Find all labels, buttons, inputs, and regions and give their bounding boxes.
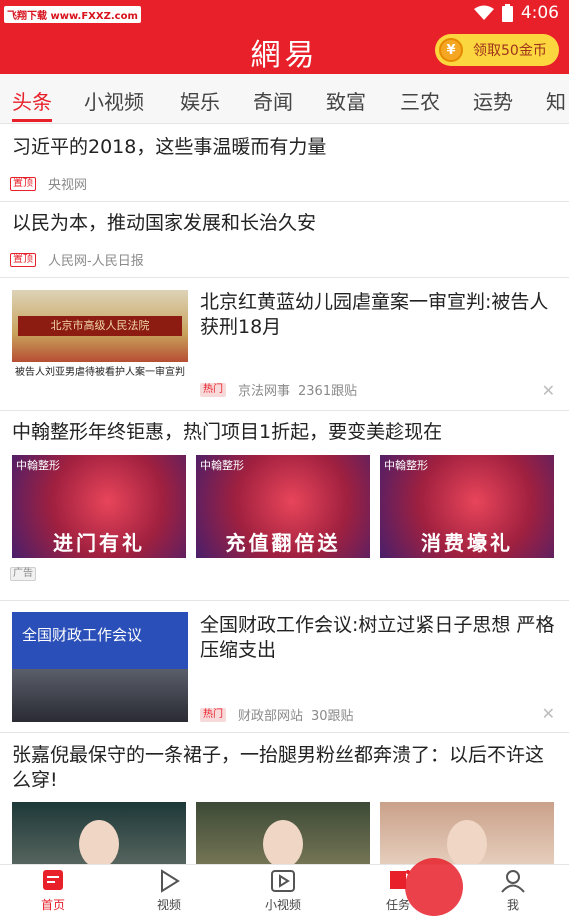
nav-short-video-label: 小视频 (264, 898, 301, 912)
ad-brand: 中翰整形 (384, 459, 428, 472)
news-item[interactable]: 全国财政工作会议 全国财政工作会议:树立过紧日子思想 严格压缩支出 热门 财政部… (0, 601, 569, 733)
ad-title: 中翰整形年终钜惠，热门项目1折起，要变美趁现在 (12, 421, 443, 443)
tab-oddities[interactable]: 奇闻 (253, 86, 293, 115)
news-title: 以民为本，推动国家发展和长治久安 (12, 212, 317, 234)
dismiss-icon[interactable]: ✕ (542, 704, 555, 723)
news-item[interactable]: 习近平的2018，这些事温暖而有力量 置顶 央视网 (0, 125, 569, 202)
tab-headlines[interactable]: 头条 (12, 86, 52, 115)
home-icon (43, 870, 63, 890)
news-item[interactable]: 张嘉倪最保守的一条裙子，一抬腿男粉丝都奔溃了：以后不许这么穿! (0, 733, 569, 864)
ad-image-text: 消费壕礼 (421, 531, 513, 555)
category-tabs: 头条 小视频 娱乐 奇闻 致富 三农 运势 知 (0, 74, 569, 124)
tab-wealth[interactable]: 致富 (326, 86, 366, 115)
status-time: 4:06 (520, 3, 559, 23)
coin-icon: ¥ (439, 38, 463, 62)
news-meta: 置顶 央视网 (10, 174, 87, 193)
nav-home-label: 首页 (40, 898, 65, 912)
news-source: 央视网 (48, 178, 88, 193)
news-meta: 热门 财政部网站 30跟贴 (200, 705, 354, 724)
watermark-logo (405, 858, 555, 916)
nav-short-video[interactable]: 小视频 (238, 869, 328, 913)
news-meta: 热门 京法网事 2361跟贴 (200, 380, 357, 399)
claim-coins-label: 领取50金币 (473, 43, 547, 59)
news-thumbnail: 全国财政工作会议 (12, 612, 188, 722)
hot-badge: 热门 (200, 707, 226, 722)
play-icon (161, 869, 180, 893)
tab-agriculture[interactable]: 三农 (400, 86, 440, 115)
tab-entertainment[interactable]: 娱乐 (180, 86, 220, 115)
comment-count: 30跟贴 (311, 709, 354, 724)
nav-video-label: 视频 (156, 898, 181, 912)
ad-image-text: 进门有礼 (53, 531, 145, 555)
ad-image: 中翰整形 消费壕礼 (380, 455, 554, 558)
wifi-icon (473, 5, 494, 20)
tab-fortune[interactable]: 运势 (473, 86, 513, 115)
tab-short-video[interactable]: 小视频 (84, 86, 144, 115)
claim-coins-button[interactable]: ¥ 领取50金币 (435, 34, 559, 66)
news-title: 北京红黄蓝幼儿园虐童案一审宣判:被告人获刑18月 (200, 291, 549, 338)
thumbnail-sign: 北京市高级人民法院 (18, 316, 182, 336)
watermark: 飞翔下载 www.FXXZ.com (4, 6, 141, 23)
news-source: 人民网-人民日报 (48, 254, 144, 269)
ad-item[interactable]: 中翰整形年终钜惠，热门项目1折起，要变美趁现在 中翰整形 进门有礼 中翰整形 充… (0, 411, 569, 601)
news-photo (380, 802, 554, 864)
ad-brand: 中翰整形 (16, 459, 60, 472)
ad-image: 中翰整形 充值翻倍送 (196, 455, 370, 558)
news-item[interactable]: 北京市高级人民法院 被告人刘亚男虐待被看护人案一审宣判 北京红黄蓝幼儿园虐童案一… (0, 278, 569, 411)
thumbnail-caption: 被告人刘亚男虐待被看护人案一审宣判 (12, 362, 188, 398)
news-photo (196, 802, 370, 864)
news-title: 全国财政工作会议:树立过紧日子思想 严格压缩支出 (200, 614, 555, 661)
thumbnail-banner: 全国财政工作会议 (22, 626, 143, 644)
tab-knowledge[interactable]: 知 (546, 86, 566, 115)
hot-badge: 热门 (200, 382, 226, 397)
dismiss-icon[interactable]: ✕ (542, 381, 555, 400)
nav-home[interactable]: 首页 (8, 869, 98, 913)
news-source: 财政部网站 (238, 709, 304, 724)
active-tab-indicator (12, 119, 52, 122)
news-feed[interactable]: 习近平的2018，这些事温暖而有力量 置顶 央视网 以民为本，推动国家发展和长治… (0, 125, 569, 864)
news-title: 张嘉倪最保守的一条裙子，一抬腿男粉丝都奔溃了：以后不许这么穿! (12, 744, 545, 791)
news-title: 习近平的2018，这些事温暖而有力量 (12, 136, 327, 158)
video-frame-icon (271, 870, 295, 892)
comment-count: 2361跟贴 (298, 384, 358, 399)
app-header: 飞翔下载 www.FXXZ.com 4:06 網易 ¥ 领取50金币 (0, 0, 569, 74)
news-meta: 置顶 人民网-人民日报 (10, 250, 144, 269)
pinned-badge: 置顶 (10, 252, 36, 267)
news-source: 京法网事 (238, 384, 291, 399)
ad-brand: 中翰整形 (200, 459, 244, 472)
news-item[interactable]: 以民为本，推动国家发展和长治久安 置顶 人民网-人民日报 (0, 202, 569, 278)
status-icons: 4:06 (473, 2, 559, 24)
nav-video[interactable]: 视频 (124, 869, 214, 913)
battery-icon (501, 4, 513, 22)
ad-meta: 广告 (10, 567, 48, 581)
ad-image: 中翰整形 进门有礼 (12, 455, 186, 558)
ad-badge: 广告 (10, 567, 36, 581)
news-thumbnail: 北京市高级人民法院 被告人刘亚男虐待被看护人案一审宣判 (12, 290, 188, 398)
ad-image-text: 充值翻倍送 (225, 531, 341, 555)
news-photo (12, 802, 186, 864)
pinned-badge: 置顶 (10, 176, 36, 191)
